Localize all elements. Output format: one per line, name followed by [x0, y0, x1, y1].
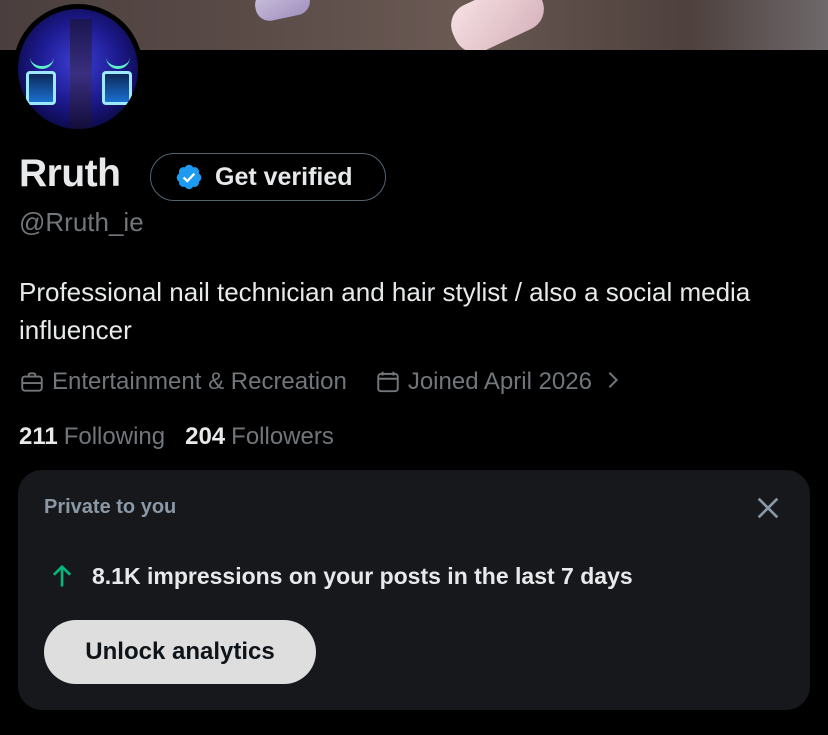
close-icon [757, 497, 779, 519]
unlock-analytics-button[interactable]: Unlock analytics [44, 620, 316, 684]
profile-page: Rruth Get verified @Rruth_ie Professiona… [0, 0, 828, 735]
category-label: Entertainment & Recreation [52, 368, 347, 395]
analytics-card: Private to you 8.1K impressions on your … [18, 470, 810, 710]
briefcase-icon [21, 372, 43, 392]
avatar-image [18, 9, 138, 129]
arrow-up-icon [52, 564, 72, 587]
impressions-text: 8.1K impressions on your posts in the la… [92, 562, 633, 589]
banner-nail-decoration [443, 0, 552, 50]
chevron-right-icon [602, 367, 624, 398]
joined-item[interactable]: Joined April 2026 [375, 367, 624, 398]
get-verified-button[interactable]: Get verified [150, 153, 386, 201]
followers-link[interactable]: 204 Followers [185, 423, 334, 451]
following-label: Following [63, 423, 166, 450]
private-label: Private to you [44, 496, 177, 518]
close-button[interactable] [752, 492, 784, 524]
avatar[interactable] [13, 4, 143, 134]
joined-label: Joined April 2026 [407, 368, 592, 395]
following-link[interactable]: 211 Following [19, 423, 165, 451]
followers-label: Followers [231, 423, 334, 450]
banner-nail-decoration [252, 0, 313, 24]
profile-bio: Professional nail technician and hair st… [19, 277, 751, 345]
get-verified-label: Get verified [215, 162, 353, 191]
following-count: 211 [19, 423, 58, 450]
follow-stats: 211 Following 204 Followers [19, 423, 334, 451]
profile-name: Rruth [19, 152, 121, 195]
verified-badge-icon [176, 164, 202, 190]
calendar-icon [377, 371, 399, 393]
impressions-stat: 8.1K impressions on your posts in the la… [48, 562, 633, 590]
profile-meta: Entertainment & Recreation Joined April … [19, 366, 624, 398]
followers-count: 204 [185, 423, 226, 450]
profile-handle: @Rruth_ie [19, 207, 144, 237]
category-item: Entertainment & Recreation [19, 368, 347, 396]
